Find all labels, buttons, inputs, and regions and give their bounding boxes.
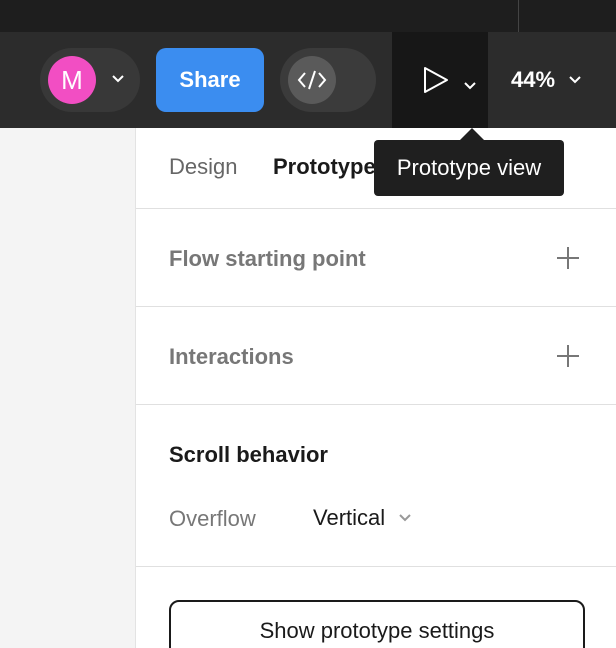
show-prototype-settings-button[interactable]: Show prototype settings <box>169 600 585 648</box>
title-bar <box>0 0 616 32</box>
toolbar: M Share 44% <box>0 32 616 128</box>
plus-icon[interactable] <box>556 344 580 368</box>
flow-section: Flow starting point <box>136 209 616 307</box>
user-menu[interactable]: M <box>40 48 140 112</box>
tab-design[interactable]: Design <box>169 154 237 180</box>
present-button[interactable] <box>392 32 488 128</box>
scroll-behavior-section: Scroll behavior Overflow Vertical <box>136 405 616 567</box>
dev-mode-toggle[interactable] <box>280 48 376 112</box>
chevron-down-icon[interactable] <box>110 70 126 86</box>
code-icon <box>297 70 327 90</box>
dev-mode-knob[interactable] <box>288 56 336 104</box>
plus-icon[interactable] <box>556 246 580 270</box>
zoom-menu[interactable]: 44% <box>504 32 616 128</box>
app-window: M Share 44% Design Prototype Flow starti… <box>0 0 616 648</box>
avatar[interactable]: M <box>48 56 96 104</box>
interactions-section: Interactions <box>136 307 616 405</box>
canvas[interactable] <box>0 128 135 648</box>
tooltip: Prototype view <box>374 140 564 196</box>
chevron-down-icon[interactable] <box>397 510 413 526</box>
overflow-value[interactable]: Vertical <box>313 505 385 531</box>
share-button[interactable]: Share <box>156 48 264 112</box>
chevron-down-icon[interactable] <box>462 78 478 94</box>
overflow-select[interactable]: Vertical <box>313 503 413 533</box>
title-bar-divider <box>518 0 519 32</box>
interactions-title: Interactions <box>169 344 294 369</box>
scroll-behavior-title: Scroll behavior <box>169 442 328 467</box>
tab-prototype[interactable]: Prototype <box>273 154 376 180</box>
play-icon[interactable] <box>422 65 450 95</box>
flow-starting-point-title: Flow starting point <box>169 246 366 271</box>
overflow-label: Overflow <box>169 506 256 531</box>
properties-panel: Design Prototype Flow starting point Int… <box>135 128 616 648</box>
zoom-level[interactable]: 44% <box>511 67 555 93</box>
chevron-down-icon[interactable] <box>567 72 583 88</box>
tooltip-arrow <box>460 128 484 140</box>
